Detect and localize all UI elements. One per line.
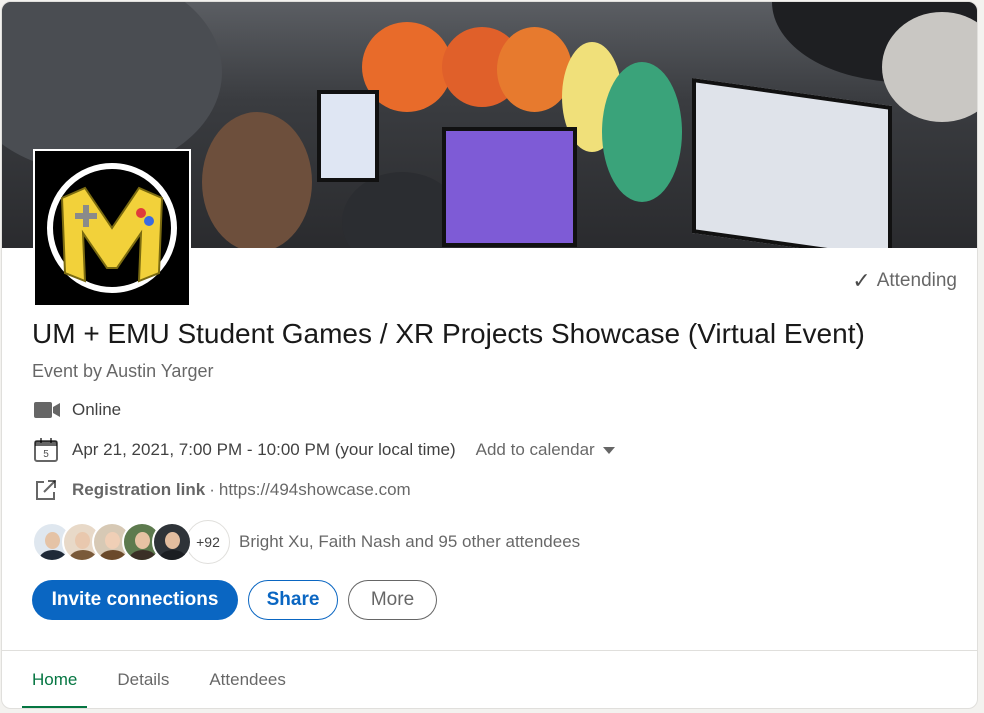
attending-status[interactable]: ✓ Attending bbox=[852, 268, 957, 294]
location-row: Online bbox=[34, 398, 121, 422]
event-card: ✓ Attending UM + EMU Student Games / XR … bbox=[1, 1, 978, 709]
event-logo bbox=[33, 149, 191, 307]
event-tabs: Home Details Attendees bbox=[2, 651, 296, 708]
invite-connections-button[interactable]: Invite connections bbox=[32, 580, 238, 620]
add-to-calendar-label: Add to calendar bbox=[475, 440, 595, 459]
calendar-day: 5 bbox=[43, 449, 49, 460]
controller-m-logo-icon bbox=[47, 163, 177, 293]
checkmark-icon: ✓ bbox=[852, 268, 871, 293]
registration-row: Registration link · https://494showcase.… bbox=[34, 478, 411, 502]
more-button[interactable]: More bbox=[348, 580, 437, 620]
extra-attendee-count: +92 bbox=[186, 520, 230, 564]
avatar-face bbox=[105, 532, 120, 549]
avatar-body bbox=[39, 550, 67, 560]
tab-home[interactable]: Home bbox=[22, 651, 88, 708]
datetime-text: Apr 21, 2021, 7:00 PM - 10:00 PM (your l… bbox=[72, 440, 456, 459]
avatar-list bbox=[32, 522, 192, 562]
tab-attendees[interactable]: Attendees bbox=[199, 651, 296, 708]
avatar-face bbox=[75, 532, 90, 549]
add-to-calendar-dropdown[interactable]: Add to calendar bbox=[476, 440, 615, 460]
location-text: Online bbox=[72, 400, 122, 419]
external-link-icon bbox=[34, 478, 62, 502]
avatar-body bbox=[99, 550, 127, 560]
event-organizer: Event by Austin Yarger bbox=[32, 361, 213, 382]
avatar-face bbox=[135, 532, 150, 549]
avatar-body bbox=[129, 550, 157, 560]
attendee-summary[interactable]: Bright Xu, Faith Nash and 95 other atten… bbox=[239, 532, 580, 552]
video-camera-icon bbox=[34, 398, 62, 422]
avatar-face bbox=[165, 532, 180, 549]
avatar-body bbox=[159, 550, 187, 560]
attendee-facepile[interactable]: +92 Bright Xu, Faith Nash and 95 other a… bbox=[32, 518, 580, 566]
event-title: UM + EMU Student Games / XR Projects Sho… bbox=[32, 318, 865, 349]
avatar-body bbox=[69, 550, 97, 560]
organizer-link[interactable]: Austin Yarger bbox=[106, 361, 213, 381]
datetime-row: 5 Apr 21, 2021, 7:00 PM - 10:00 PM (your… bbox=[34, 438, 615, 462]
by-prefix: Event by bbox=[32, 361, 103, 381]
registration-url[interactable]: https://494showcase.com bbox=[219, 480, 411, 500]
caret-down-icon bbox=[602, 446, 615, 454]
calendar-icon: 5 bbox=[34, 438, 62, 462]
registration-link[interactable]: Registration link bbox=[72, 480, 205, 500]
separator-dot: · bbox=[209, 480, 215, 499]
tab-details[interactable]: Details bbox=[107, 651, 179, 708]
attendee-avatar[interactable] bbox=[152, 522, 192, 562]
attending-label: Attending bbox=[876, 270, 957, 291]
avatar-face bbox=[45, 532, 60, 549]
share-button[interactable]: Share bbox=[248, 580, 338, 620]
